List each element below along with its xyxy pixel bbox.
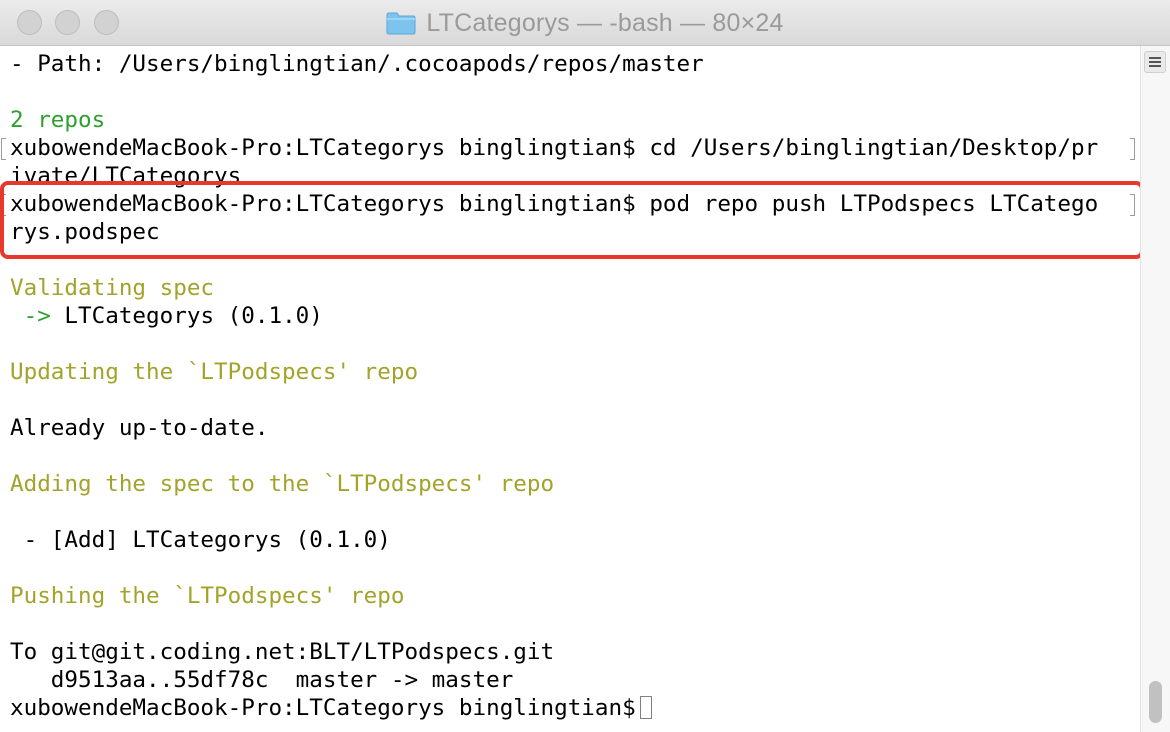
terminal-output[interactable]: - Path: /Users/binglingtian/.cocoapods/r… [0,46,1140,732]
spec-name: LTCategorys (0.1.0) [64,303,323,329]
output-line: Already up-to-date. [10,415,269,441]
title-group: LTCategorys — -bash — 80×24 [0,0,1170,46]
output-line: Updating the `LTPodspecs' repo [10,359,419,385]
prompt-text: xubowendeMacBook-Pro:LTCategorys binglin… [10,695,636,721]
red-highlight-box [0,181,1140,259]
scroll-thumb[interactable] [1149,681,1162,723]
folder-icon [386,12,416,35]
output-line: Pushing the `LTPodspecs' repo [10,583,405,609]
output-line: To git@git.coding.net:BLT/LTPodspecs.git [10,639,555,665]
output-line: 2 repos [10,107,106,133]
arrow-text: -> [10,303,65,329]
output-line: -> LTCategorys (0.1.0) [10,302,323,330]
command-line: xubowendeMacBook-Pro:LTCategorys binglin… [10,135,1099,161]
output-line: d9513aa..55df78c master -> master [10,667,514,693]
output-line: - [Add] LTCategorys (0.1.0) [10,527,391,553]
line-marker-right [1130,138,1135,160]
vertical-scrollbar[interactable] [1140,46,1170,732]
output-line: Validating spec [10,275,215,301]
text-cursor [639,696,652,719]
prompt-line[interactable]: xubowendeMacBook-Pro:LTCategorys binglin… [10,694,652,722]
terminal-window: LTCategorys — -bash — 80×24 - Path: /Use… [0,0,1170,732]
output-line: Adding the spec to the `LTPodspecs' repo [10,471,555,497]
window-title: LTCategorys — -bash — 80×24 [426,8,784,37]
split-pane-icon[interactable] [1144,51,1166,73]
output-line: - Path: /Users/binglingtian/.cocoapods/r… [10,51,704,77]
line-marker-left [1,138,6,160]
title-bar[interactable]: LTCategorys — -bash — 80×24 [0,0,1170,46]
